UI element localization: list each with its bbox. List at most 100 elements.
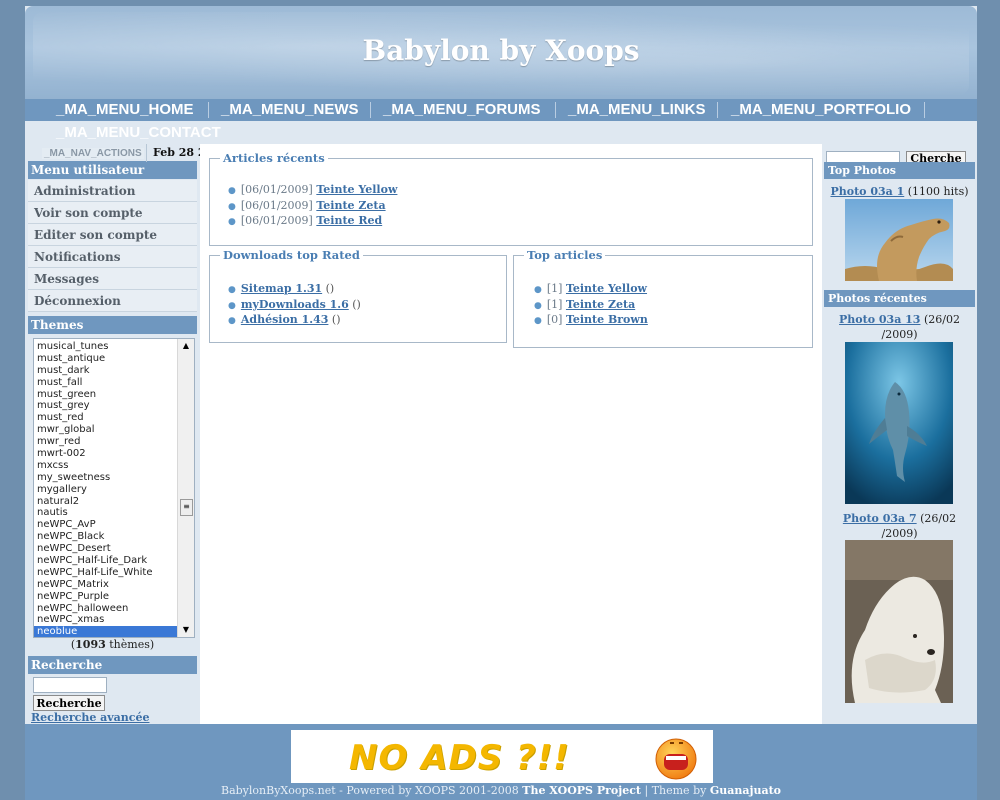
scroll-up-arrow-icon[interactable]: ▲ [178, 339, 194, 353]
photo-link[interactable]: Photo 03a 7 [843, 512, 917, 525]
theme-option[interactable]: must_red [34, 412, 194, 424]
user-menu-item-messages[interactable]: Messages [28, 268, 197, 290]
theme-option[interactable]: must_grey [34, 400, 194, 412]
theme-option[interactable]: neWPC_halloween [34, 603, 194, 615]
themes-listbox[interactable]: musical_tunes must_antique must_dark must_f… [33, 338, 195, 638]
nav-home[interactable]: _MA_MENU_HOME [56, 99, 194, 121]
top-photo-caption: Photo 03a 1 (1100 hits) [830, 185, 969, 198]
top-articles-title: Top articles [524, 248, 606, 262]
right-sidebar: Cherche Top Photos Photo 03a 1 (1100 hit… [822, 144, 977, 724]
theme-option[interactable]: must_green [34, 389, 194, 401]
article-link[interactable]: Teinte Brown [566, 313, 648, 326]
article-link[interactable]: Teinte Yellow [566, 282, 647, 295]
recent-photos-title: Photos récentes [824, 290, 975, 307]
theme-option[interactable]: natural2 [34, 496, 194, 508]
theme-option[interactable]: mwrt-002 [34, 448, 194, 460]
user-menu-item-logout[interactable]: Déconnexion [28, 290, 197, 312]
themes-title: Themes [28, 316, 197, 334]
list-item: ● [0] Teinte Brown [534, 313, 648, 326]
theme-author-link[interactable]: Guanajuato [710, 784, 781, 797]
user-menu-title: Menu utilisateur [28, 161, 197, 179]
list-item: ● Sitemap 1.31 () [228, 282, 335, 295]
user-menu-item-edit-account[interactable]: Editer son compte [28, 224, 197, 246]
footer-text: BabylonByXoops.net - Powered by XOOPS 20… [220, 784, 781, 797]
search-title: Recherche [28, 656, 197, 674]
theme-option[interactable]: neWPC_Matrix [34, 579, 194, 591]
theme-option[interactable]: my_sweetness [34, 472, 194, 484]
nav-links[interactable]: _MA_MENU_LINKS [568, 99, 706, 121]
camel-photo[interactable] [845, 199, 953, 281]
polar-bear-photo[interactable] [845, 540, 953, 703]
camel-image-icon [845, 199, 953, 281]
nav-forums[interactable]: _MA_MENU_FORUMS [383, 99, 541, 121]
theme-count: (1093 thèmes) [70, 638, 155, 651]
list-item: ● [1] Teinte Yellow [534, 282, 648, 295]
xoops-project-link[interactable]: The XOOPS Project [522, 784, 641, 797]
nav-separator [208, 102, 209, 118]
scroll-thumb[interactable]: ≡ [180, 499, 193, 516]
top-articles-box: Top articles ● [1] Teinte Yellow ● [1] Tei… [513, 248, 813, 348]
list-item: ● myDownloads 1.6 () [228, 297, 361, 311]
theme-option[interactable]: must_dark [34, 365, 194, 377]
theme-option[interactable]: neWPC_Half-Life_Dark [34, 555, 194, 567]
theme-option[interactable]: neWPC_xmas [34, 614, 194, 626]
themes-scrollbar[interactable]: ▲ ≡ ▼ [177, 339, 194, 637]
page-shell: Babylon by Xoops _MA_MENU_HOME _MA_MENU_… [25, 6, 977, 800]
nav-portfolio[interactable]: _MA_MENU_PORTFOLIO [731, 99, 911, 121]
downloads-top-rated-box: Downloads top Rated ● Sitemap 1.31 () ● my… [209, 248, 507, 343]
theme-option[interactable]: mwr_global [34, 424, 194, 436]
left-sidebar: _MA_NAV_ACTIONS Menu utilisateur Adminis… [25, 148, 200, 725]
theme-option[interactable]: neWPC_AvP [34, 519, 194, 531]
nav-separator [555, 102, 556, 118]
nav-news[interactable]: _MA_MENU_NEWS [221, 99, 359, 121]
advanced-search-link[interactable]: Recherche avancée [31, 711, 150, 724]
theme-option[interactable]: neoblue [34, 626, 194, 637]
shouting-smiley-icon [655, 738, 697, 780]
theme-option[interactable]: neWPC_Half-Life_White [34, 567, 194, 579]
download-link[interactable]: myDownloads 1.6 [241, 298, 349, 311]
theme-count-number: 1093 [75, 638, 106, 651]
nav-separator [717, 102, 718, 118]
theme-option[interactable]: mxcss [34, 460, 194, 472]
site-footer: NO ADS ?!! BabylonByXoops.net - Powered … [25, 724, 977, 800]
list-item: ● [06/01/2009] Teinte Yellow [228, 183, 398, 196]
dolphin-image-icon [845, 342, 953, 504]
download-link[interactable]: Adhésion 1.43 [241, 313, 329, 326]
nav-separator [924, 102, 925, 118]
theme-option[interactable]: mwr_red [34, 436, 194, 448]
site-header: Babylon by Xoops [25, 6, 977, 99]
list-item: ● [06/01/2009] Teinte Red [228, 214, 383, 227]
article-link[interactable]: Teinte Zeta [566, 298, 635, 311]
user-menu-item-administration[interactable]: Administration [28, 180, 197, 202]
theme-option[interactable]: must_antique [34, 353, 194, 365]
recent-photo-caption: Photo 03a 13 (26/02/2009) [839, 313, 960, 341]
list-item: ● [06/01/2009] Teinte Zeta [228, 198, 386, 212]
theme-option[interactable]: neWPC_Black [34, 531, 194, 543]
nav-contact[interactable]: _MA_MENU_CONTACT [56, 124, 221, 141]
article-link[interactable]: Teinte Red [316, 214, 382, 227]
theme-option[interactable]: must_fall [34, 377, 194, 389]
photo-link[interactable]: Photo 03a 1 [830, 185, 904, 198]
theme-option[interactable]: musical_tunes [34, 341, 194, 353]
search-button[interactable]: Recherche [33, 695, 105, 711]
theme-option[interactable]: nautis [34, 507, 194, 519]
main-content: Articles récents ● [06/01/2009] Teinte Ye… [200, 144, 822, 724]
downloads-top-rated-title: Downloads top Rated [220, 248, 363, 262]
user-menu-item-view-account[interactable]: Voir son compte [28, 202, 197, 224]
download-link[interactable]: Sitemap 1.31 [241, 282, 322, 295]
scroll-down-arrow-icon[interactable]: ▼ [178, 623, 194, 637]
nav-actions[interactable]: _MA_NAV_ACTIONS [42, 148, 144, 159]
article-link[interactable]: Teinte Zeta [316, 199, 385, 212]
article-link[interactable]: Teinte Yellow [316, 183, 397, 196]
ad-banner[interactable]: NO ADS ?!! [291, 730, 713, 783]
photo-link[interactable]: Photo 03a 13 [839, 313, 920, 326]
search-input[interactable] [33, 677, 107, 693]
polar-bear-image-icon [845, 540, 953, 703]
ad-text: NO ADS ?!! [349, 738, 570, 778]
list-item: ● [1] Teinte Zeta [534, 297, 636, 311]
theme-option[interactable]: neWPC_Purple [34, 591, 194, 603]
theme-option[interactable]: mygallery [34, 484, 194, 496]
dolphin-photo[interactable] [845, 342, 953, 504]
user-menu-item-notifications[interactable]: Notifications [28, 246, 197, 268]
theme-option[interactable]: neWPC_Desert [34, 543, 194, 555]
